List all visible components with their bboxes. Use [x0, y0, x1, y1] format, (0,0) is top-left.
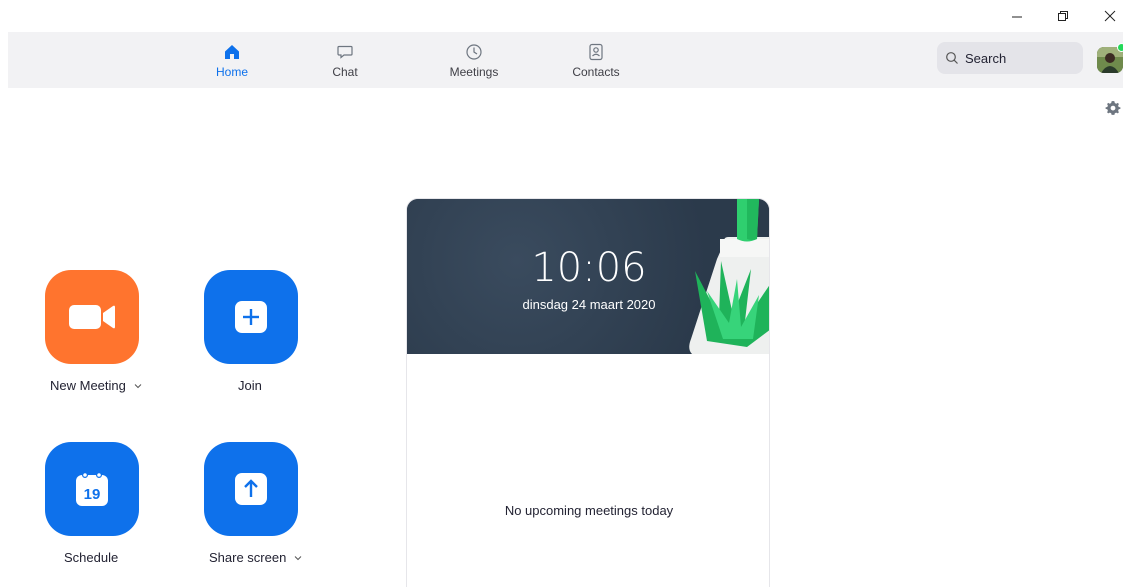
tab-home[interactable]: Home: [204, 32, 260, 88]
schedule-button[interactable]: 19: [45, 442, 139, 536]
new-meeting-text: New Meeting: [50, 378, 126, 393]
new-meeting-label[interactable]: New Meeting: [50, 378, 142, 393]
share-screen-text: Share screen: [209, 550, 287, 565]
join-button[interactable]: [204, 270, 298, 364]
share-screen-label[interactable]: Share screen: [209, 550, 302, 565]
schedule-label[interactable]: Schedule: [64, 550, 118, 565]
clock-icon: [466, 44, 482, 60]
current-date: dinsdag 24 maart 2020: [522, 297, 656, 312]
join-text: Join: [238, 378, 262, 393]
settings-button[interactable]: [1104, 99, 1122, 117]
chevron-down-icon[interactable]: [134, 383, 142, 389]
card-header: 10:06 dinsdag 24 maart 2020: [407, 199, 769, 354]
tab-contacts[interactable]: Contacts: [564, 32, 628, 88]
tab-meetings[interactable]: Meetings: [438, 32, 510, 88]
search-placeholder: Search: [965, 50, 1007, 66]
upcoming-meetings-card: 10:06 dinsdag 24 maart 2020 No upcoming …: [406, 198, 770, 587]
tab-meetings-label: Meetings: [449, 65, 499, 79]
home-icon: [225, 45, 239, 59]
tab-chat[interactable]: Chat: [317, 32, 373, 88]
upload-arrow-icon: [235, 473, 267, 505]
current-time: 10:06: [531, 245, 647, 291]
share-screen-button[interactable]: [204, 442, 298, 536]
search-icon: [946, 52, 958, 64]
new-meeting-button[interactable]: [45, 270, 139, 364]
tab-contacts-label: Contacts: [572, 65, 620, 79]
chevron-down-icon[interactable]: [294, 555, 302, 561]
calendar-day-text: 19: [84, 486, 101, 503]
gear-icon: [1105, 101, 1121, 115]
join-label[interactable]: Join: [238, 378, 262, 393]
close-icon: [1104, 10, 1116, 22]
video-camera-icon: [69, 305, 115, 329]
restore-icon: [1058, 11, 1068, 21]
calendar-icon: 19: [76, 471, 108, 506]
tab-chat-label: Chat: [332, 65, 358, 79]
minimize-icon: [1012, 16, 1022, 18]
search-input[interactable]: Search: [937, 42, 1083, 74]
presence-status-indicator: [1117, 43, 1123, 52]
no-meetings-message: No upcoming meetings today: [504, 503, 674, 518]
tab-home-label: Home: [215, 65, 248, 79]
title-bar: [0, 0, 1123, 32]
close-window-button[interactable]: [1087, 0, 1123, 32]
plus-icon: [235, 301, 267, 333]
contact-card-icon: [589, 43, 603, 61]
top-navigation: Home Chat Meetings Contacts Search: [8, 32, 1123, 88]
minimize-button[interactable]: [994, 0, 1040, 32]
chat-bubble-icon: [337, 45, 353, 59]
restore-button[interactable]: [1040, 0, 1086, 32]
schedule-text: Schedule: [64, 550, 119, 565]
